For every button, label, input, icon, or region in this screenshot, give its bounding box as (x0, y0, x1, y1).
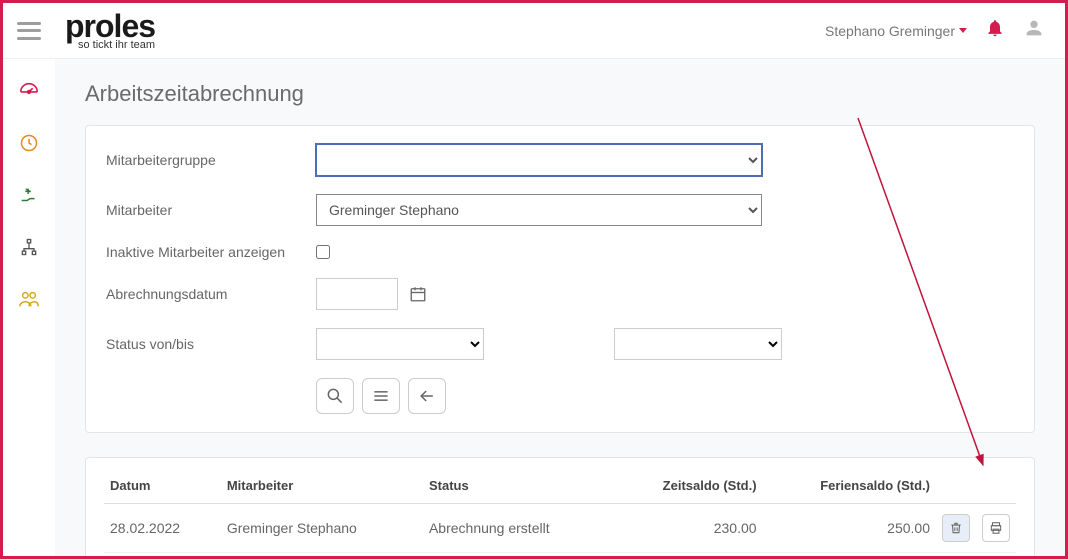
calendar-button[interactable] (408, 284, 428, 304)
logo-sub: so tickt ihr team (78, 40, 155, 51)
date-input[interactable] (316, 278, 398, 310)
sidebar-item-dashboard[interactable] (17, 79, 41, 103)
print-row-button[interactable] (982, 514, 1010, 542)
col-status[interactable]: Status (423, 468, 612, 504)
status-label: Status von/bis (106, 336, 316, 352)
logo-main: proles (65, 10, 155, 42)
arrow-left-icon (417, 386, 437, 406)
notifications-button[interactable] (985, 18, 1005, 43)
print-icon (989, 521, 1003, 535)
status-from-select[interactable] (316, 328, 484, 360)
sidebar-item-time[interactable] (17, 131, 41, 155)
search-icon (325, 386, 345, 406)
filter-panel: Mitarbeitergruppe Mitarbeiter Greminger … (85, 125, 1035, 433)
list-icon (371, 386, 391, 406)
col-employee[interactable]: Mitarbeiter (221, 468, 423, 504)
sidebar-item-finance[interactable] (17, 183, 41, 207)
clock-icon (19, 133, 39, 153)
list-button[interactable] (362, 378, 400, 414)
gauge-icon (18, 80, 40, 102)
avatar-icon (1023, 17, 1045, 39)
results-table: Datum Mitarbeiter Status Zeitsaldo (Std.… (104, 468, 1016, 556)
user-menu[interactable]: Stephano Greminger (825, 23, 967, 39)
sidebar-item-people[interactable] (17, 287, 41, 311)
date-label: Abrechnungsdatum (106, 286, 316, 302)
logo: proles so tickt ihr team (65, 10, 155, 51)
trash-icon (949, 521, 963, 535)
money-hand-icon (18, 184, 40, 206)
table-row[interactable]: 28.02.2022 Greminger Stephano Abrechnung… (104, 504, 1016, 553)
people-icon (18, 288, 40, 310)
back-button[interactable] (408, 378, 446, 414)
page-title: Arbeitszeitabrechnung (85, 81, 1035, 107)
inactive-label: Inaktive Mitarbeiter anzeigen (106, 244, 316, 260)
inactive-checkbox[interactable] (316, 245, 330, 259)
col-vacation-balance[interactable]: Feriensaldo (Std.) (763, 468, 936, 504)
hierarchy-icon (19, 237, 39, 257)
employee-label: Mitarbeiter (106, 202, 316, 218)
user-name-label: Stephano Greminger (825, 23, 955, 39)
group-label: Mitarbeitergruppe (106, 152, 316, 168)
results-panel: Datum Mitarbeiter Status Zeitsaldo (Std.… (85, 457, 1035, 556)
delete-row-button[interactable] (942, 514, 970, 542)
bell-icon (985, 18, 1005, 38)
table-row[interactable]: 31.03.2022 Greminger Stephano Abrechnung… (104, 553, 1016, 557)
employee-select[interactable]: Greminger Stephano (316, 194, 762, 226)
group-select[interactable] (316, 144, 762, 176)
profile-button[interactable] (1023, 17, 1045, 44)
search-button[interactable] (316, 378, 354, 414)
col-time-balance[interactable]: Zeitsaldo (Std.) (612, 468, 763, 504)
calendar-icon (409, 285, 427, 303)
menu-toggle[interactable] (17, 22, 41, 40)
col-date[interactable]: Datum (104, 468, 221, 504)
sidebar-item-structure[interactable] (17, 235, 41, 259)
chevron-down-icon (959, 28, 967, 33)
status-to-select[interactable] (614, 328, 782, 360)
